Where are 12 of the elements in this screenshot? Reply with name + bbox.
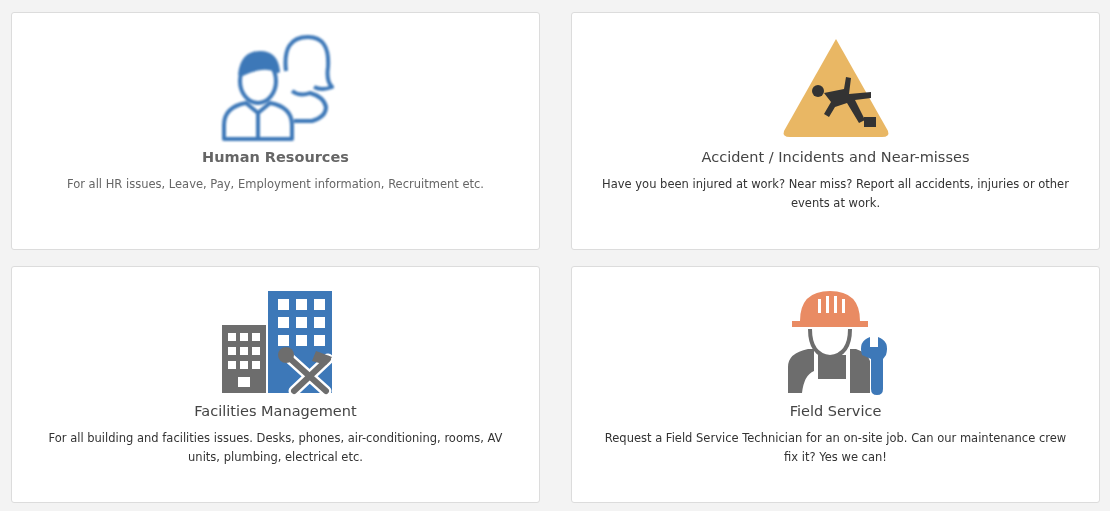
service-card[interactable]: Accident / Incidents and Near-misses Have you been injured at work? Near miss? Report all accidents, injuries or other events at work. bbox=[571, 12, 1100, 250]
service-card[interactable]: Field Service Request a Field Service Technician for an on-site job. Can our maintenance crew fix it? Yes we can! bbox=[571, 266, 1100, 503]
card-title: Field Service bbox=[789, 403, 882, 419]
card-description: For all HR issues, Leave, Pay, Employment information, Recruitment etc. bbox=[66, 176, 485, 193]
card-title: Human Resources bbox=[202, 149, 349, 165]
card-description: Request a Field Service Technician for an on-site job. Can our maintenance crew fix it? Yes we can! bbox=[603, 430, 1068, 466]
card-title: Accident / Incidents and Near-misses bbox=[701, 149, 970, 165]
service-card[interactable]: Human Resources For all HR issues, Leave, Pay, Employment information, Recruitment etc. bbox=[11, 12, 540, 250]
card-title: Facilities Management bbox=[194, 403, 357, 419]
card-description: For all building and facilities issues. Desks, phones, air-conditioning, rooms, AV units, plumbing, electrical etc. bbox=[47, 430, 504, 466]
service-card[interactable]: Facilities Management For all building and facilities issues. Desks, phones, air-conditioning, rooms, AV units, plumbing, electrical etc. bbox=[11, 266, 540, 503]
card-description: Have you been injured at work? Near miss? Report all accidents, injuries or other events at work. bbox=[601, 176, 1070, 212]
